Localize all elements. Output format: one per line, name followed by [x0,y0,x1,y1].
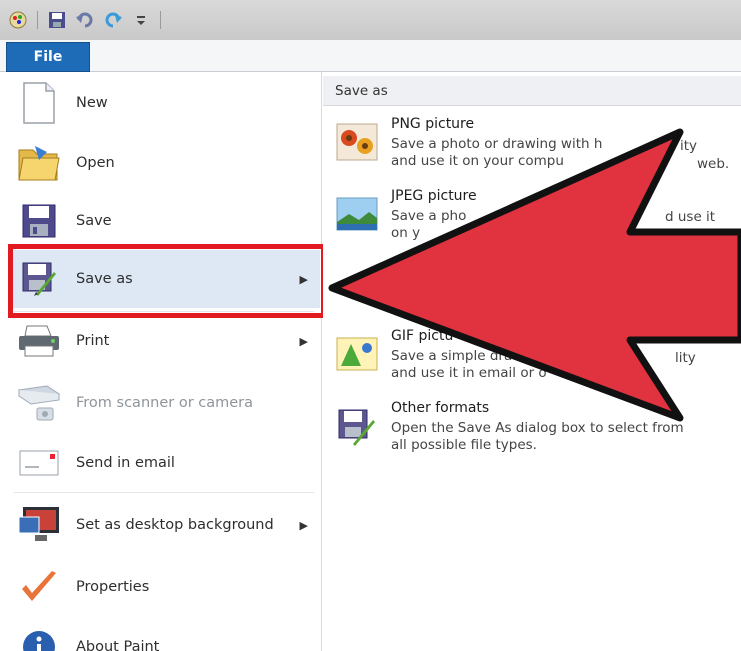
new-document-icon [16,80,62,126]
save-icon [16,198,62,244]
checkmark-icon [16,564,62,610]
description-fragment: ity [680,138,698,154]
scanner-icon [16,380,62,426]
png-picture-icon [335,122,379,162]
desktop-background-icon [16,502,62,548]
description-text: Open the Save As dialog box to select fr… [391,420,684,436]
menu-item-properties[interactable]: Properties [8,558,320,616]
file-tab[interactable]: File [6,42,90,72]
menu-item-print[interactable]: Print ▶ [8,312,320,370]
submenu-arrow-icon: ▶ [299,518,308,532]
menu-item-about-paint[interactable]: About Paint [8,618,320,651]
submenu-header: Save as [323,76,741,106]
jpeg-picture-icon [335,194,379,234]
menu-item-label: About Paint [76,639,160,651]
customize-dropdown-icon[interactable] [129,8,153,32]
description-fragment: web. [697,156,730,172]
submenu-arrow-icon: ▶ [299,334,308,348]
submenu-arrow-icon: ▶ [299,272,308,286]
paint-app-icon[interactable] [6,8,30,32]
description-text: Save a photo or drawing with h [391,136,603,152]
email-icon [16,440,62,486]
info-icon [16,624,62,651]
menu-item-from-scanner: From scanner or camera [8,374,320,432]
menu-item-open[interactable]: Open [8,134,320,192]
menu-item-new[interactable]: New [8,74,320,132]
menu-item-label: From scanner or camera [76,395,254,411]
toolbar-separator [37,11,38,29]
menu-item-save[interactable]: Save [8,192,320,250]
menu-item-label: Send in email [76,455,175,471]
redo-icon[interactable] [101,8,125,32]
save-as-icon [16,256,62,302]
description-text: on y [391,225,421,241]
description-fragment: d use it [665,209,716,225]
menu-item-label: Properties [76,579,150,595]
submenu-item-title: JPEG picture [391,188,477,204]
menu-item-set-desktop-background[interactable]: Set as desktop background ▶ [8,496,320,554]
menu-item-label: Open [76,155,115,171]
submenu-item-title: Other formats [391,400,490,416]
menu-item-label: Save [76,213,112,229]
menu-item-label: Save as [76,271,133,287]
description-text: Save a simple dra [391,348,513,364]
menu-item-send-email[interactable]: Send in email [8,434,320,492]
description-text: Save a pho [391,208,467,224]
description-text: all possible file types. [391,437,537,453]
menu-item-label: New [76,95,108,111]
open-folder-icon [16,140,62,186]
menu-item-label: Set as desktop background [76,517,274,533]
submenu-item-other-formats[interactable]: Other formats Open the Save As dialog bo… [335,400,735,460]
ribbon-tab-row: File [0,40,741,72]
undo-icon[interactable] [73,8,97,32]
menu-separator [14,248,314,249]
description-fragment: lity [675,350,696,366]
toolbar-separator [160,11,161,29]
quick-access-toolbar [0,0,741,40]
save-as-submenu: Save as PNG picture Save a photo or draw… [323,72,741,651]
menu-item-label: Print [76,333,110,349]
submenu-item-title: GIF pictu [391,328,454,344]
submenu-item-png[interactable]: PNG picture Save a photo or drawing with… [335,116,735,176]
file-menu: New Open Save Save as ▶ Print ▶ From sca… [0,72,322,651]
menu-item-save-as[interactable]: Save as ▶ [8,250,320,308]
save-icon[interactable] [45,8,69,32]
submenu-item-title: PNG picture [391,116,475,132]
description-text: and use it in email or o [391,365,547,381]
submenu-item-description: Open the Save As dialog box to select fr… [391,420,731,454]
menu-separator [14,492,314,493]
gif-picture-icon [335,334,379,374]
description-text: and use it on your compu [391,153,564,169]
other-formats-icon [335,406,379,446]
printer-icon [16,318,62,364]
